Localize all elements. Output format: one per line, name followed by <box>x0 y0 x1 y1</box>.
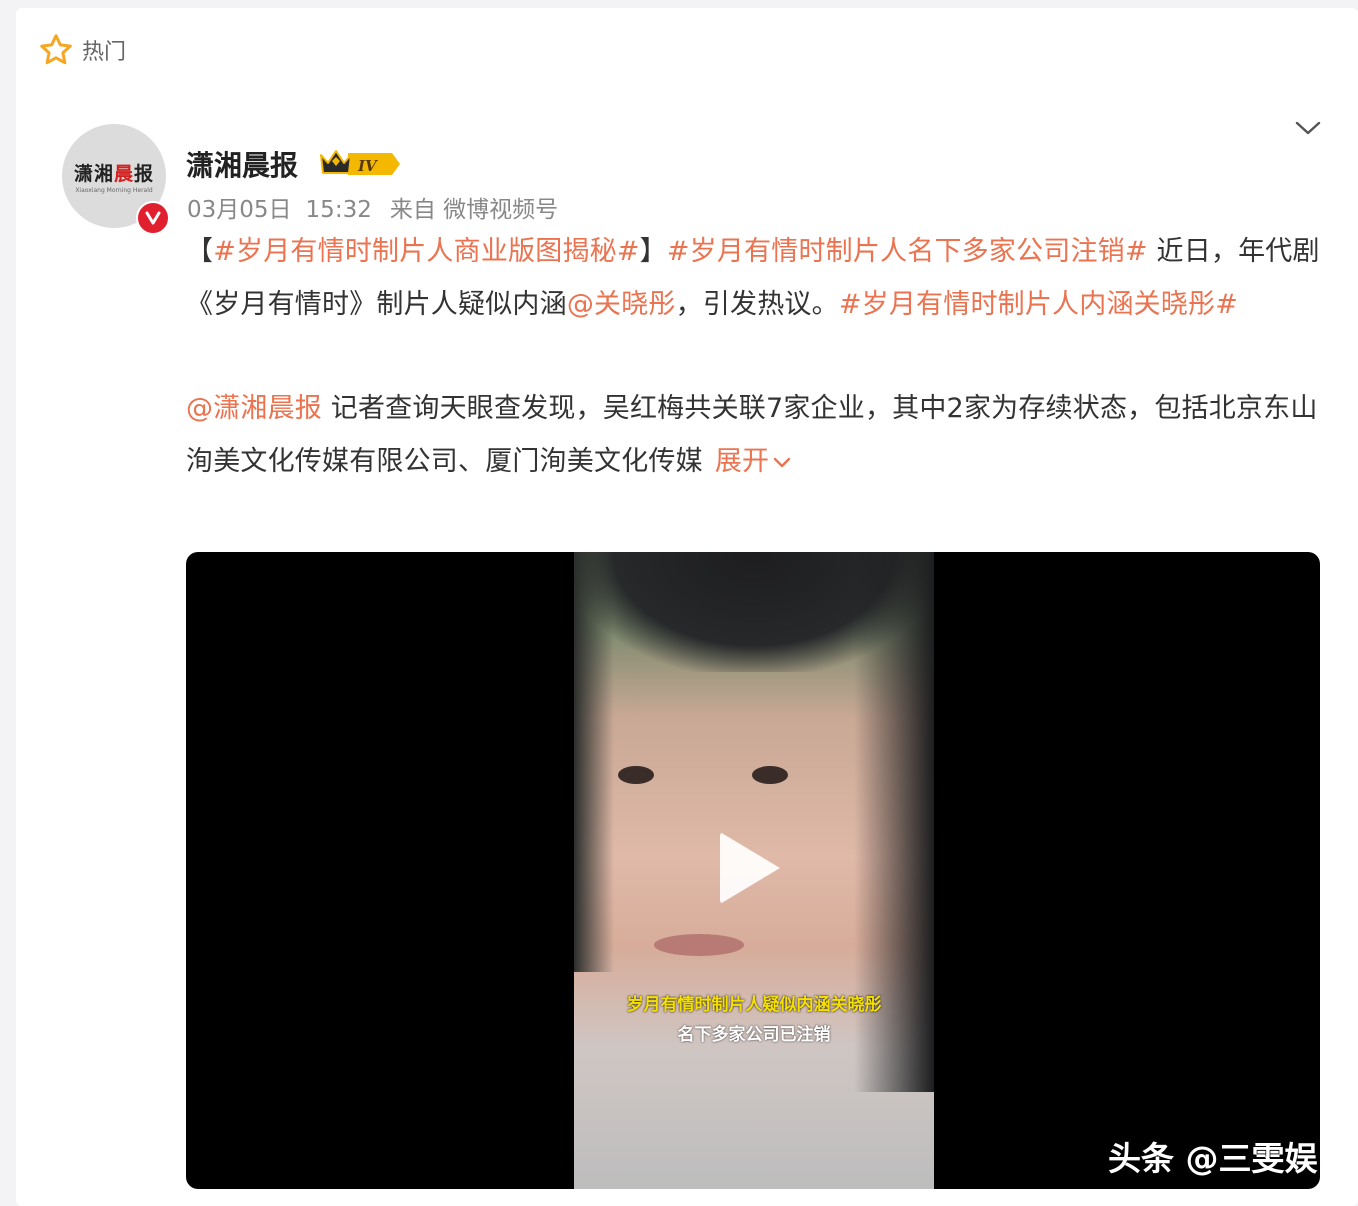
verified-badge-icon <box>136 201 170 235</box>
video-caption-line-1: 岁月有情时制片人疑似内涵关晓彤 <box>626 995 882 1015</box>
watermark: 头条 @三雯娱 <box>1108 1139 1318 1178</box>
hot-label: 热门 <box>82 40 127 65</box>
post-paragraph-1: 【#岁月有情时制片人商业版图揭秘#】#岁月有情时制片人名下多家公司注销# 近日，… <box>186 236 1320 320</box>
video-caption-line-2: 名下多家公司已注销 <box>677 1025 831 1045</box>
post-date[interactable]: 03月05日 <box>187 197 292 223</box>
expand-button[interactable]: 展开 <box>715 446 792 477</box>
mention-link-guan[interactable]: @关晓彤 <box>567 289 676 320</box>
avatar-logo: 潇湘晨报 <box>73 162 155 185</box>
post-source: 来自 微博视频号 <box>389 197 559 223</box>
level-badge-text: IV <box>357 157 378 175</box>
chevron-down-icon[interactable] <box>1294 118 1322 138</box>
post-text: 【#岁月有情时制片人商业版图揭秘#】#岁月有情时制片人名下多家公司注销# 近日，… <box>186 226 1322 488</box>
hashtag-link-1[interactable]: #岁月有情时制片人商业版图揭秘# <box>213 236 639 267</box>
post-paragraph-2: @潇湘晨报 记者查询天眼查发现，吴红梅共关联7家企业，其中2家为存续状态，包括北… <box>186 393 1318 477</box>
post-time[interactable]: 15:32 <box>306 197 372 223</box>
video-player[interactable]: 岁月有情时制片人疑似内涵关晓彤 名下多家公司已注销 <box>186 552 1320 1189</box>
mention-link-author[interactable]: @潇湘晨报 <box>186 393 322 424</box>
expand-chevron-icon <box>774 457 791 467</box>
author-name[interactable]: 潇湘晨报 <box>186 144 298 184</box>
avatar-logo-sub: Xiaoxiang Morning Herald <box>75 186 153 194</box>
hashtag-link-3[interactable]: #岁月有情时制片人内涵关晓彤# <box>839 289 1238 320</box>
video-face-lips <box>654 934 744 956</box>
video-face-eye <box>618 766 654 784</box>
play-icon[interactable] <box>720 832 780 904</box>
vip-level-badge-icon: IV <box>320 150 400 175</box>
hot-section-header[interactable]: 热门 <box>38 32 126 68</box>
video-face-eye <box>752 766 788 784</box>
post-meta: 03月05日 15:32 来自 微博视频号 <box>187 190 572 224</box>
hashtag-link-2[interactable]: #岁月有情时制片人名下多家公司注销# <box>667 236 1148 267</box>
star-icon <box>40 34 72 65</box>
